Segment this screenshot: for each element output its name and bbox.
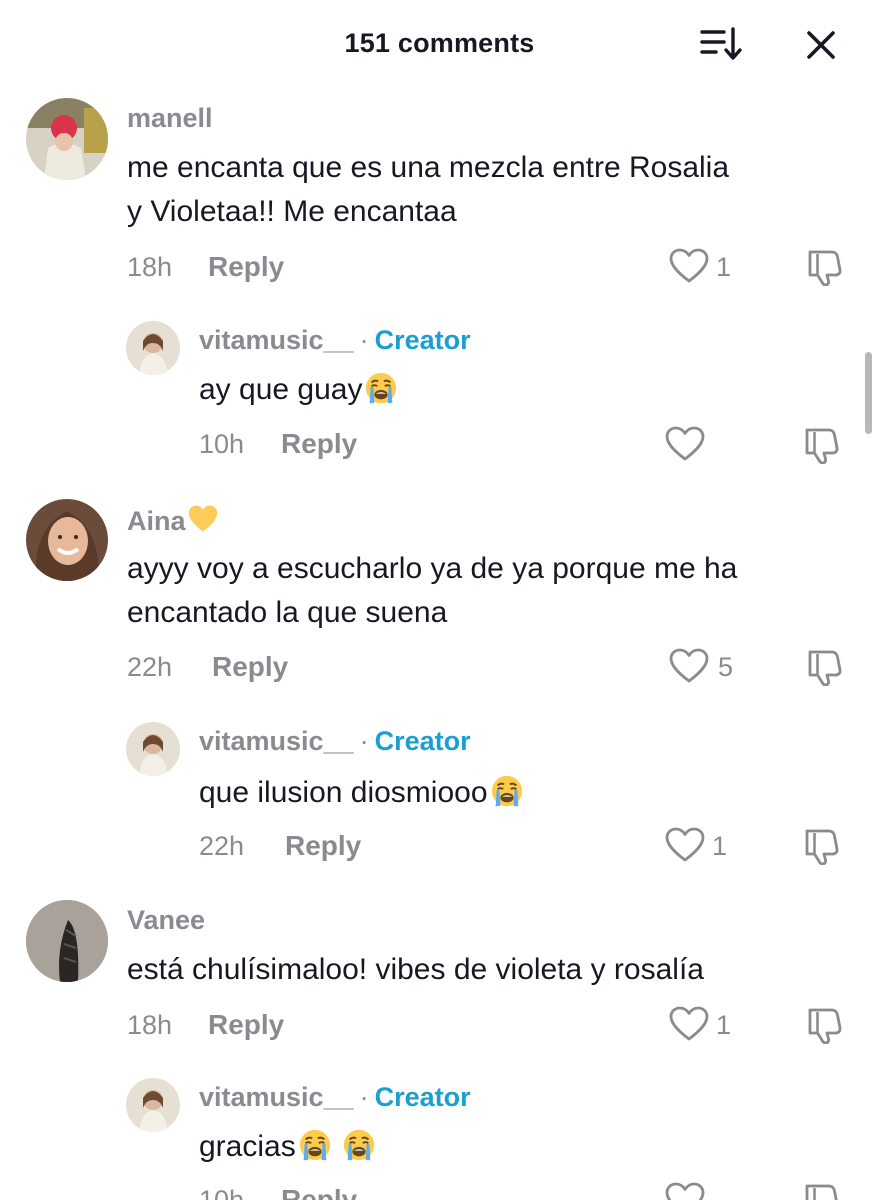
comment-text-line: y Violetaa!! Me encantaa [127, 195, 457, 228]
loudly-crying-face-emoji [364, 371, 398, 405]
comment-text-content: gracias [199, 1130, 296, 1163]
sort-icon[interactable] [698, 24, 744, 64]
reply-item: vitamusic__ · Creator ay que guay 10h Repl… [0, 318, 879, 478]
thumbs-down-icon[interactable] [804, 1006, 844, 1044]
separator-dot: · [359, 1082, 369, 1112]
reply-item: vitamusic__ · Creator gracias 10h Reply [0, 1075, 879, 1200]
comment-username[interactable]: Aina [127, 506, 186, 536]
reply-item: vitamusic__ · Creator que ilusion diosmioo… [0, 719, 879, 879]
like-count: 5 [718, 652, 734, 682]
comment-timestamp: 10h [199, 429, 245, 459]
heart-outline-icon[interactable] [669, 648, 709, 684]
comment-timestamp: 18h [127, 1010, 173, 1040]
close-icon[interactable] [800, 24, 842, 66]
thumbs-down-icon[interactable] [801, 1182, 841, 1200]
comment-item: Vanee está chulísimaloo! vibes de violet… [0, 898, 879, 1058]
thumbs-down-icon[interactable] [801, 426, 841, 464]
reply-button[interactable]: Reply [285, 830, 361, 862]
comment-timestamp: 10h [199, 1185, 245, 1200]
loudly-crying-face-emoji [342, 1128, 376, 1162]
comment-username[interactable]: vitamusic__ [199, 1082, 354, 1112]
comment-item: manell me encanta que es una mezcla entr… [0, 96, 879, 301]
comment-text: gracias [199, 1125, 879, 1169]
avatar[interactable] [126, 321, 180, 375]
creator-badge: Creator [374, 325, 471, 355]
avatar[interactable] [26, 499, 108, 581]
like-count: 1 [716, 1010, 732, 1040]
heart-outline-icon[interactable] [669, 248, 709, 284]
avatar[interactable] [26, 98, 108, 180]
comment-item: Aina ayyy voy a escucharlo ya de ya porq… [0, 497, 879, 707]
avatar[interactable] [126, 722, 180, 776]
like-count: 1 [712, 831, 728, 861]
creator-badge: Creator [374, 1082, 471, 1112]
reply-button[interactable]: Reply [208, 251, 284, 283]
separator-dot: · [359, 325, 369, 355]
heart-outline-icon[interactable] [665, 426, 705, 462]
comment-timestamp: 22h [199, 831, 245, 861]
reply-username-row: vitamusic__ · Creator [199, 325, 471, 356]
comments-count-title: 151 comments [344, 28, 535, 58]
like-count: 1 [716, 252, 732, 282]
comment-text: ay que guay [199, 368, 879, 412]
separator-dot: · [359, 726, 369, 756]
reply-username-row: vitamusic__ · Creator [199, 726, 471, 757]
avatar[interactable] [26, 900, 108, 982]
thumbs-down-icon[interactable] [804, 648, 844, 686]
thumbs-down-icon[interactable] [801, 827, 841, 865]
comment-username[interactable]: manell [127, 103, 213, 134]
heart-outline-icon[interactable] [665, 1182, 705, 1200]
comment-username[interactable]: Vanee [127, 905, 205, 936]
comment-text: está chulísimaloo! vibes de violeta y ro… [127, 948, 847, 992]
reply-button[interactable]: Reply [212, 651, 288, 683]
reply-button[interactable]: Reply [208, 1009, 284, 1041]
creator-badge: Creator [374, 726, 471, 756]
comment-username[interactable]: vitamusic__ [199, 726, 354, 756]
comment-text: ayyy voy a escucharlo ya de ya porque me… [127, 547, 847, 635]
loudly-crying-face-emoji [490, 774, 524, 808]
comment-username[interactable]: vitamusic__ [199, 325, 354, 355]
comment-text-content: que ilusion diosmiooo [199, 776, 488, 809]
loudly-crying-face-emoji [298, 1128, 332, 1162]
comment-username-row: Aina [127, 504, 218, 537]
comment-text-line: ayyy voy a escucharlo ya de ya porque me… [127, 552, 738, 585]
yellow-heart-emoji [188, 504, 218, 534]
comment-text-line: está chulísimaloo! vibes de violeta y ro… [127, 953, 704, 986]
comment-text: me encanta que es una mezcla entre Rosal… [127, 146, 847, 234]
comment-text-line: me encanta que es una mezcla entre Rosal… [127, 151, 730, 184]
reply-button[interactable]: Reply [281, 1184, 357, 1200]
thumbs-down-icon[interactable] [804, 248, 844, 286]
comment-text-content: ay que guay [199, 373, 363, 406]
avatar[interactable] [126, 1078, 180, 1132]
heart-outline-icon[interactable] [665, 827, 705, 863]
comment-timestamp: 18h [127, 252, 173, 282]
comments-sheet: 151 comments manell me encanta que es un… [0, 0, 879, 1200]
comment-text-line: encantado la que suena [127, 596, 448, 629]
comment-text: que ilusion diosmiooo [199, 771, 879, 815]
reply-username-row: vitamusic__ · Creator [199, 1082, 471, 1113]
comments-header: 151 comments [0, 0, 879, 90]
reply-button[interactable]: Reply [281, 428, 357, 460]
comment-timestamp: 22h [127, 652, 173, 682]
heart-outline-icon[interactable] [669, 1006, 709, 1042]
